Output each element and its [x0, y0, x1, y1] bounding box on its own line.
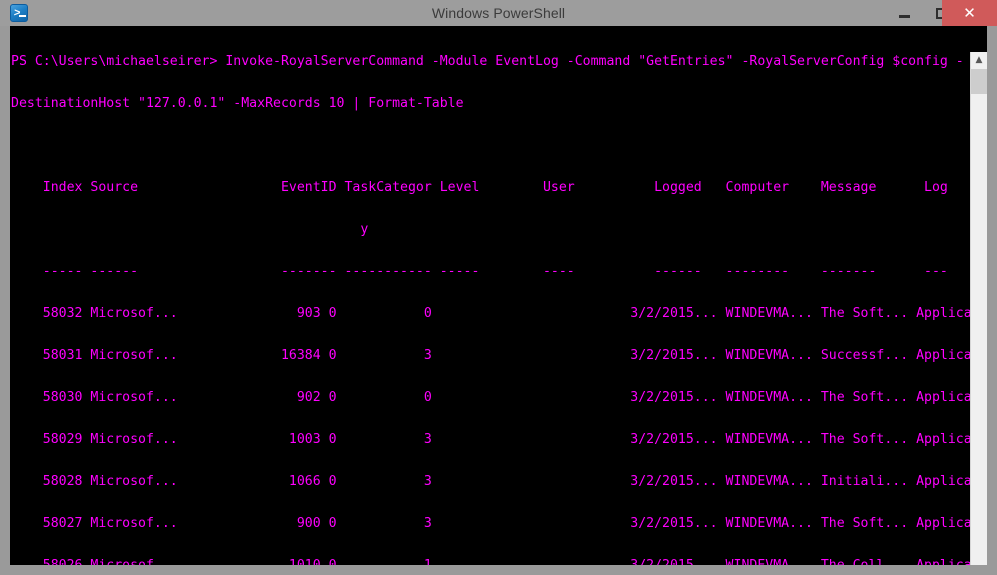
close-button[interactable]: ✕ [942, 0, 997, 26]
console-output[interactable]: PS C:\Users\michaelseirer> Invoke-RoyalS… [10, 26, 970, 565]
table-row: 58030 Microsof... 902 0 0 3/2/2015... WI… [11, 390, 970, 405]
table-row: 58028 Microsof... 1066 0 3 3/2/2015... W… [11, 474, 970, 489]
minimize-icon [898, 14, 910, 18]
command-line-2: DestinationHost "127.0.0.1" -MaxRecords … [11, 96, 464, 111]
powershell-window: > Windows PowerShell ✕ PS C:\Users\micha… [0, 0, 997, 575]
table-row: 58027 Microsof... 900 0 3 3/2/2015... WI… [11, 516, 970, 531]
table-separator-row: ----- ------ ------- ----------- ----- -… [11, 264, 948, 279]
table-header-row-1: Index Source EventID TaskCategor Level U… [11, 180, 948, 195]
powershell-icon-chevron: > [13, 7, 22, 19]
minimize-button[interactable] [885, 0, 923, 26]
table-row: 58026 Microsof... 1010 0 1 3/2/2015... W… [11, 559, 970, 566]
powershell-icon: > [10, 4, 28, 22]
titlebar[interactable]: > Windows PowerShell ✕ [0, 0, 997, 26]
powershell-icon-underscore [19, 15, 26, 17]
scroll-up-icon[interactable]: ▲ [971, 52, 987, 69]
table-row: 58031 Microsof... 16384 0 3 3/2/2015... … [11, 348, 970, 363]
console-frame: PS C:\Users\michaelseirer> Invoke-RoyalS… [10, 26, 987, 565]
table-row: 58029 Microsof... 1003 0 3 3/2/2015... W… [11, 432, 970, 447]
command-line-1: PS C:\Users\michaelseirer> Invoke-RoyalS… [11, 54, 964, 69]
close-icon: ✕ [963, 4, 976, 22]
scrollbar-thumb[interactable] [971, 69, 987, 94]
window-title: Windows PowerShell [431, 5, 566, 21]
table-row: 58032 Microsof... 903 0 0 3/2/2015... WI… [11, 306, 970, 321]
vertical-scrollbar[interactable]: ▲ ▼ [970, 52, 987, 565]
table-header-row-2: y [11, 222, 369, 237]
